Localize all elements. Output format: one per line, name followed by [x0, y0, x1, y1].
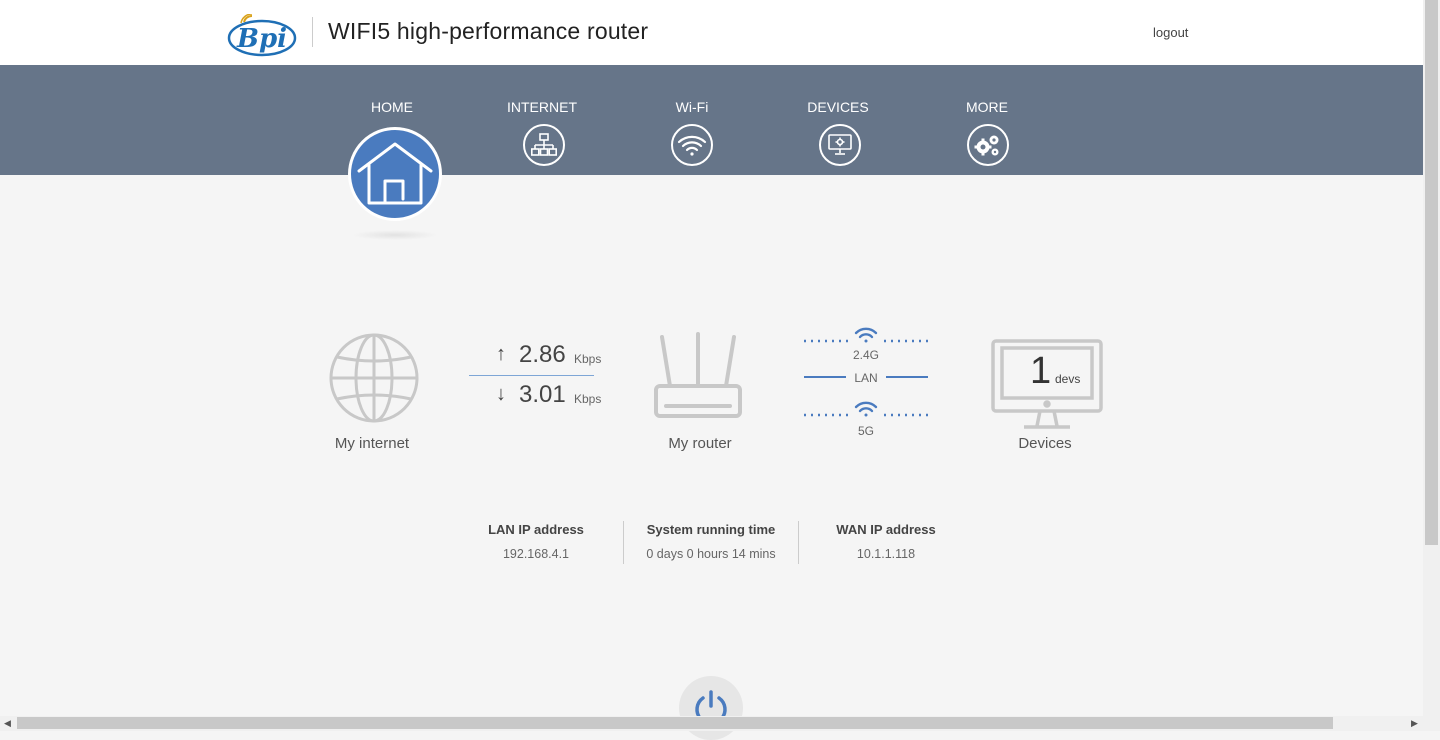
devices-caption[interactable]: Devices [995, 435, 1095, 452]
top-header: Bpi WIFI5 high-performance router logout [0, 0, 1423, 65]
speed-divider [469, 375, 594, 376]
monitor-icon[interactable] [819, 124, 861, 166]
info-separator [798, 521, 799, 564]
uptime-info: System running time 0 days 0 hours 14 mi… [628, 522, 794, 561]
download-arrow-icon: ↓ [496, 383, 506, 405]
devices-unit: devs [1055, 372, 1081, 386]
download-speed: 3.01 [519, 381, 566, 408]
home-bubble-shadow [352, 230, 438, 240]
vertical-scrollbar[interactable] [1423, 0, 1440, 716]
lan-ip-value: 192.168.4.1 [502, 547, 570, 561]
bpi-logo: Bpi [227, 14, 297, 57]
home-icon[interactable] [348, 127, 442, 221]
app-title: WIFI5 high-performance router [328, 18, 649, 44]
scroll-right-icon[interactable]: ▶ [1411, 718, 1418, 729]
network-icon[interactable] [523, 124, 565, 166]
horizontal-scrollbar-thumb[interactable] [17, 717, 1333, 729]
nav-more-label: MORE [966, 99, 1008, 115]
internet-caption: My internet [334, 435, 410, 452]
nav-home[interactable]: HOME [332, 99, 452, 115]
upload-arrow-icon: ↑ [496, 343, 506, 365]
nav-devices[interactable]: DEVICES [778, 99, 898, 115]
lan-ip-title: LAN IP address [488, 522, 584, 537]
upload-unit: Kbps [574, 352, 602, 366]
wan-ip-title: WAN IP address [836, 522, 936, 537]
upload-speed: 2.86 [519, 341, 566, 368]
header-divider [312, 17, 313, 47]
devices-count: 1 [1030, 350, 1052, 392]
download-unit: Kbps [574, 392, 602, 406]
main-nav: HOME INTERNET Wi-Fi DEVICES MORE [0, 65, 1423, 175]
scroll-left-icon[interactable]: ◀ [4, 718, 11, 729]
wan-ip-info: WAN IP address 10.1.1.118 [816, 522, 956, 561]
scrollbar-corner [1423, 716, 1440, 731]
nav-wifi-label: Wi-Fi [675, 99, 709, 115]
nav-home-label: HOME [371, 99, 413, 115]
nav-more[interactable]: MORE [927, 99, 1047, 115]
gears-icon[interactable] [967, 124, 1009, 166]
band-lan-label: LAN [854, 371, 878, 385]
horizontal-scrollbar[interactable]: ◀ ▶ [0, 716, 1423, 731]
band-24g-label: 2.4G [852, 348, 879, 362]
nav-internet[interactable]: INTERNET [482, 99, 602, 115]
wan-ip-value: 10.1.1.118 [856, 547, 916, 561]
nav-wifi[interactable]: Wi-Fi [632, 99, 752, 115]
router-caption: My router [668, 435, 732, 452]
logout-link[interactable]: logout [1153, 25, 1188, 40]
wifi-5g-icon [854, 401, 878, 417]
uptime-title: System running time [646, 522, 776, 537]
vertical-scrollbar-thumb[interactable] [1425, 0, 1438, 545]
nav-devices-label: DEVICES [807, 99, 869, 115]
info-separator [623, 521, 624, 564]
wifi-24g-icon [854, 327, 878, 343]
band-5g-label: 5G [857, 424, 874, 438]
wifi-icon[interactable] [671, 124, 713, 166]
lan-ip-info: LAN IP address 192.168.4.1 [466, 522, 606, 561]
svg-text:Bpi: Bpi [236, 24, 287, 54]
nav-internet-label: INTERNET [507, 99, 577, 115]
globe-icon [329, 333, 419, 423]
router-icon [654, 332, 742, 418]
uptime-value: 0 days 0 hours 14 mins [646, 547, 776, 561]
